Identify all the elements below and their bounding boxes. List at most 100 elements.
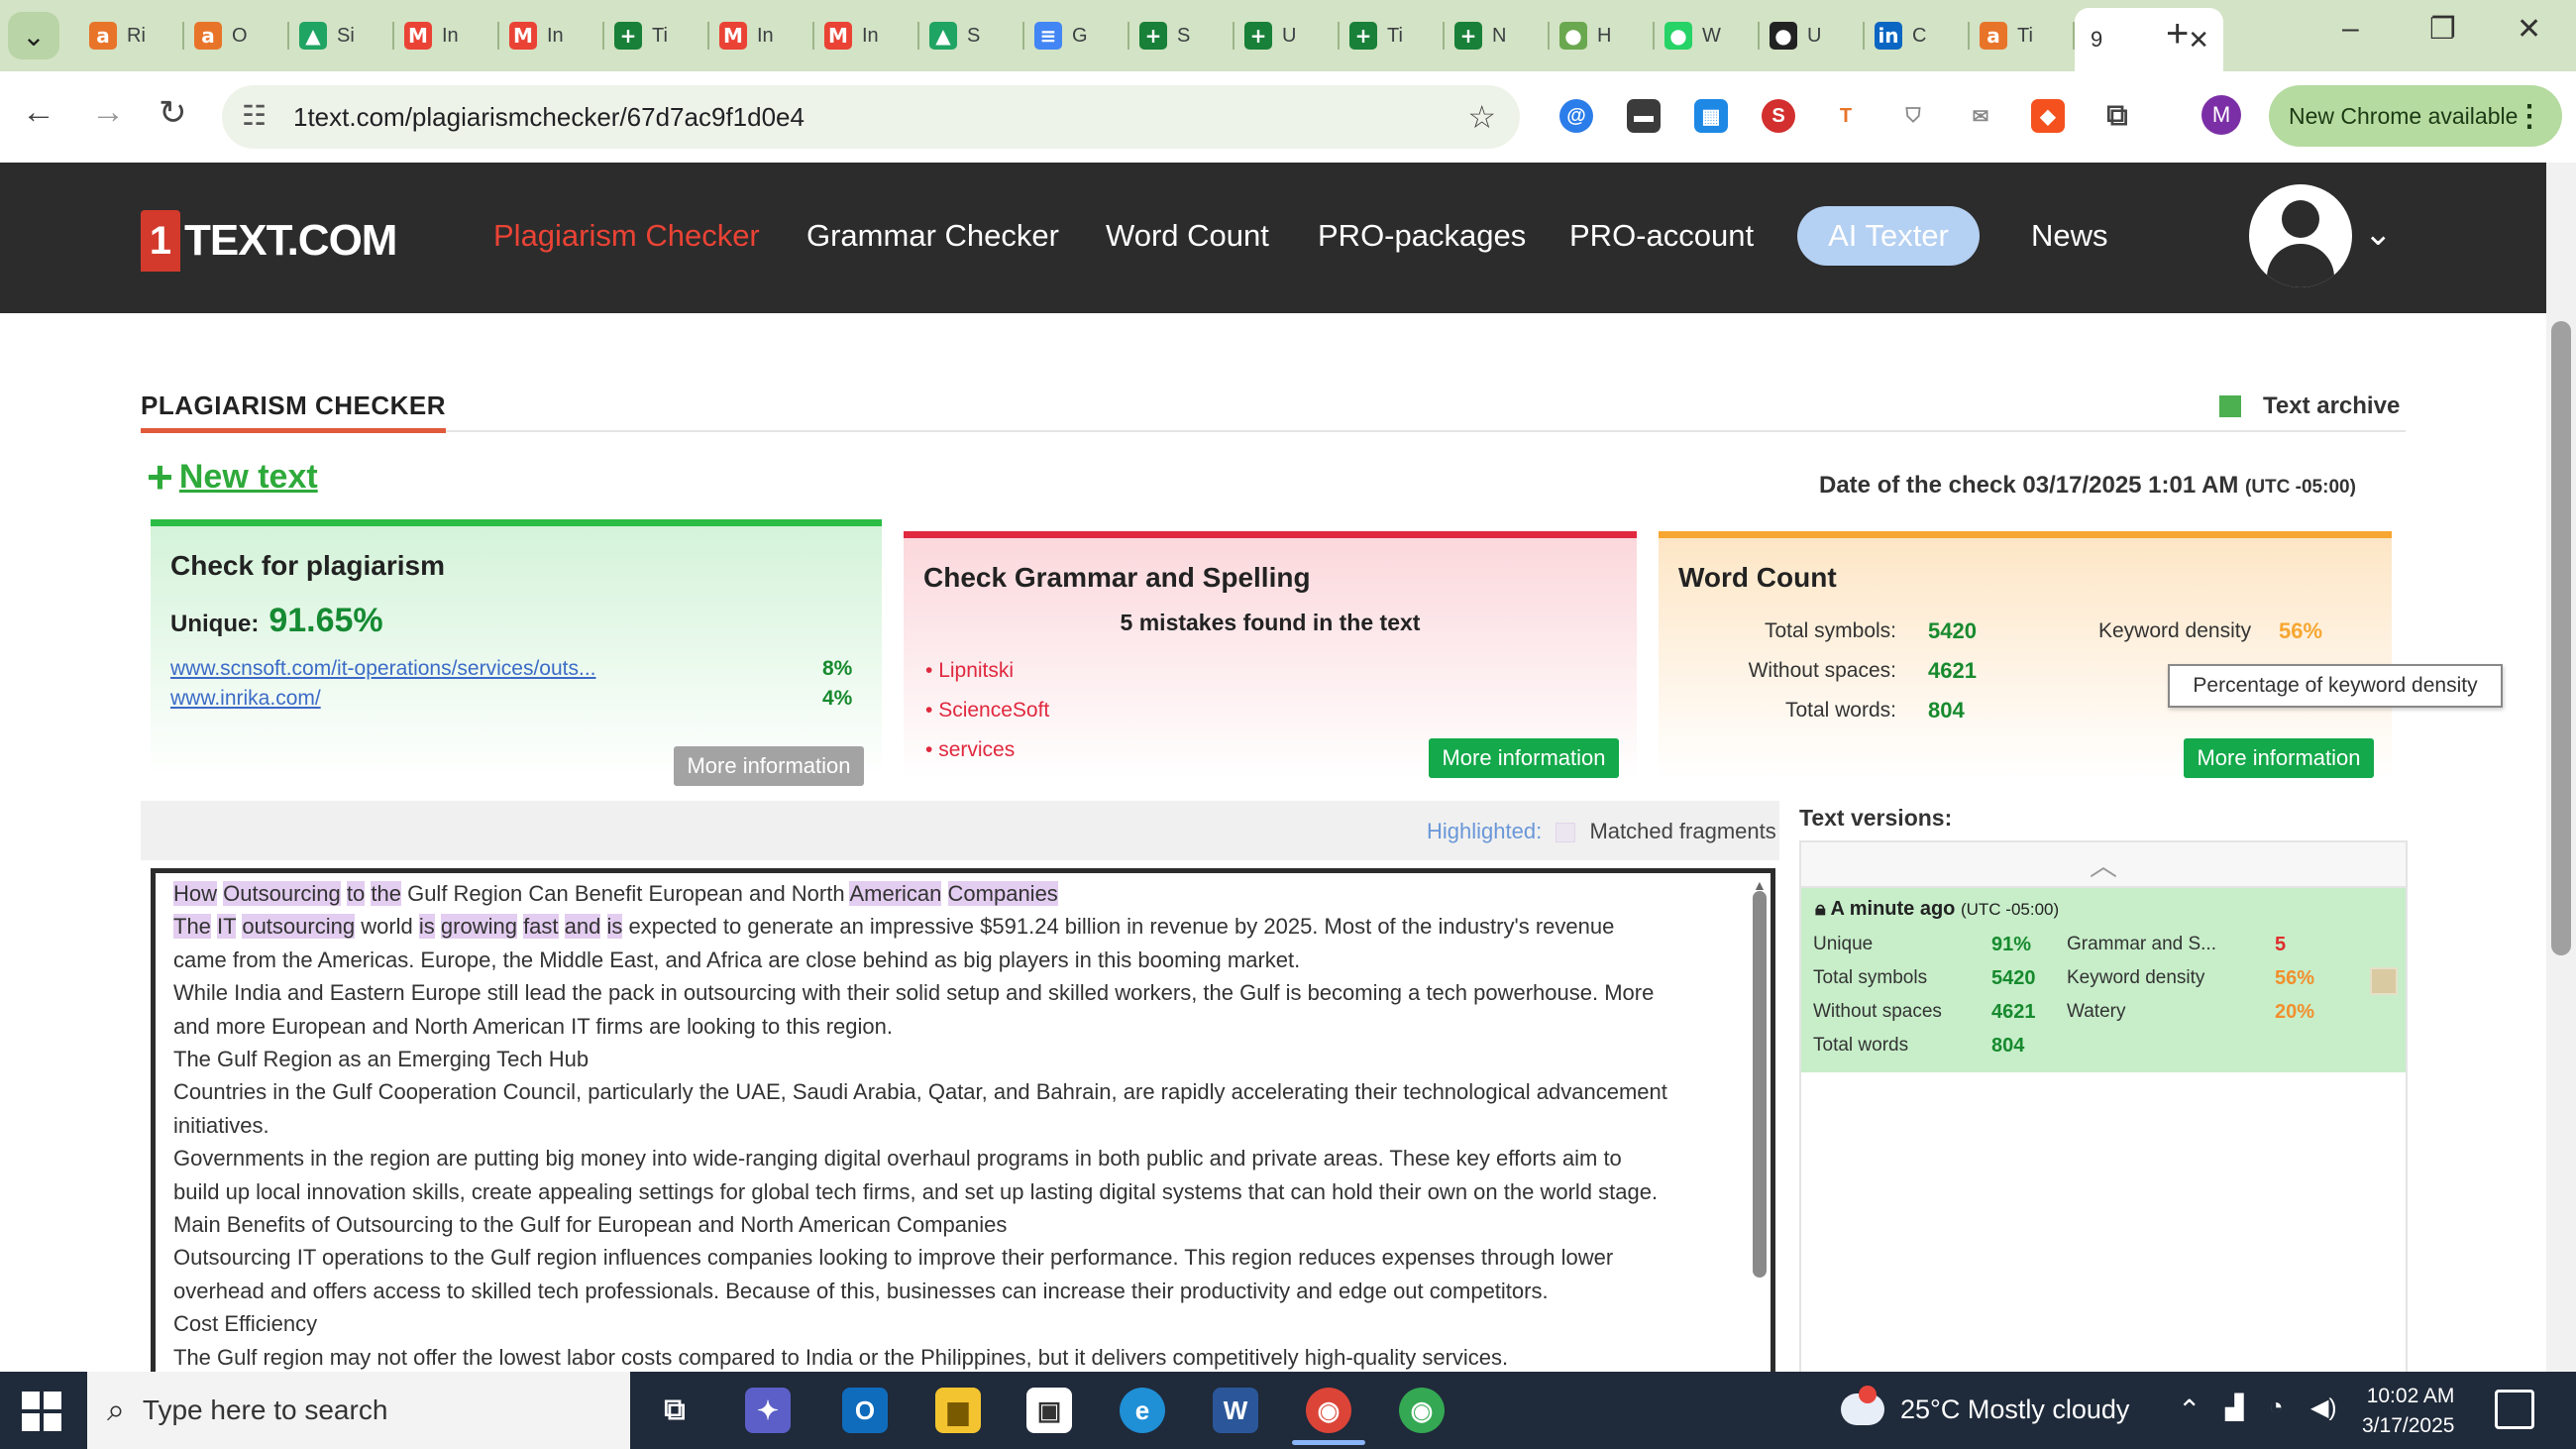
windows-start-icon[interactable] [22, 1392, 61, 1431]
page-scrollbar[interactable] [2546, 163, 2576, 1372]
site-logo[interactable]: 1 TEXT.COM [141, 210, 397, 272]
nav-news[interactable]: News [2031, 218, 2108, 254]
grammar-more-info-button[interactable]: More information [1429, 738, 1619, 778]
versions-scroll-up-icon[interactable]: ︿ [1801, 842, 2406, 888]
extension-s-icon[interactable]: S [1762, 99, 1795, 133]
close-window-icon[interactable]: ✕ [2517, 12, 2541, 47]
browser-tab[interactable]: + N [1445, 8, 1550, 63]
browser-tab[interactable]: M In [499, 8, 604, 63]
nav-pro-account[interactable]: PRO-account [1569, 218, 1754, 254]
extension-shield-icon[interactable]: ⛉ [1896, 99, 1930, 133]
reload-icon[interactable]: ↻ [159, 93, 187, 133]
address-bar[interactable]: ☷ 1text.com/plagiarismchecker/67d7ac9f1d… [222, 85, 1520, 149]
taskbar-search[interactable]: ⌕ Type here to search [87, 1372, 630, 1449]
word-icon[interactable]: W [1213, 1388, 1258, 1433]
tab-search-button[interactable]: ⌄ [8, 12, 59, 59]
browser-tab[interactable]: M In [394, 8, 499, 63]
volume-icon[interactable]: ◀︎) [2310, 1393, 2336, 1422]
notifications-icon[interactable] [2495, 1390, 2534, 1429]
minimize-icon[interactable]: – [2342, 12, 2359, 46]
chrome-icon[interactable]: ◉ [1399, 1388, 1445, 1433]
browser-tab[interactable]: M In [709, 8, 814, 63]
unique-score: Unique: 91.65% [170, 602, 383, 640]
page-scrollbar-thumb[interactable] [2551, 321, 2571, 955]
text-line: initiatives. [173, 1113, 269, 1139]
tab-favicon-icon: M [509, 22, 537, 50]
nav-ai-texter[interactable]: AI Texter [1797, 206, 1980, 266]
nav-plagiarism-checker[interactable]: Plagiarism Checker [493, 218, 760, 254]
taskbar-clock[interactable]: 10:02 AM 3/17/2025 [2362, 1382, 2454, 1441]
browser-tab[interactable]: a Ti [1970, 8, 2075, 63]
user-avatar[interactable] [2249, 184, 2352, 287]
version-unique-label: Unique [1813, 934, 1874, 954]
mistake-item[interactable]: • Lipnitski [925, 659, 1014, 683]
page-title: PLAGIARISM CHECKER [141, 390, 447, 420]
extension-puzzle-color-icon[interactable]: ◆ [2031, 99, 2065, 133]
back-icon[interactable]: ← [22, 93, 55, 132]
update-chrome-button[interactable]: New Chrome available ⋮ [2269, 85, 2562, 147]
browser-tab[interactable]: a Ri [79, 8, 184, 63]
extensions-puzzle-icon[interactable]: ⧉ [2100, 99, 2134, 133]
browser-tab[interactable]: + S [1129, 8, 1234, 63]
unique-label: Unique: [170, 611, 260, 637]
version-entry[interactable]: 🔒︎ A minute ago (UTC -05:00) Unique 91% … [1801, 888, 2406, 1072]
browser-tab[interactable]: + Ti [1340, 8, 1445, 63]
source-link[interactable]: www.scnsoft.com/it-operations/services/o… [170, 657, 596, 681]
browser-tab[interactable]: aO [184, 8, 289, 63]
kebab-menu-icon[interactable]: ⋮ [2515, 99, 2544, 134]
store-icon[interactable]: ▣ [1026, 1388, 1072, 1433]
network-icon[interactable]: ▟ [2225, 1393, 2243, 1422]
version-select-checkbox[interactable] [2370, 967, 2398, 995]
browser-tab[interactable]: M In [814, 8, 919, 63]
mistake-item[interactable]: • services [925, 738, 1015, 762]
extension-at-icon[interactable]: @ [1559, 99, 1593, 133]
browser-tab-active[interactable]: 9 ✕ [2075, 8, 2223, 71]
outlook-icon[interactable]: O [842, 1388, 888, 1433]
nav-word-count[interactable]: Word Count [1106, 218, 1269, 254]
extension-folder-icon[interactable]: ▬ [1627, 99, 1661, 133]
wifi-icon[interactable]: ◔ [2269, 1393, 2284, 1421]
forward-icon[interactable]: → [91, 93, 125, 132]
browser-tab[interactable]: ▲ S [919, 8, 1024, 63]
check-date-text: Date of the check 03/17/2025 1:01 AM [1819, 472, 2239, 499]
nav-pro-packages[interactable]: PRO-packages [1318, 218, 1526, 254]
extension-image-icon[interactable]: ▦ [1694, 99, 1728, 133]
new-tab-button[interactable]: + [2166, 12, 2189, 56]
browser-tab[interactable]: ● U [1760, 8, 1865, 63]
task-view-icon[interactable]: ⧉ [652, 1388, 698, 1433]
close-tab-icon[interactable]: ✕ [2188, 25, 2209, 56]
url-text[interactable]: 1text.com/plagiarismchecker/67d7ac9f1d0e… [293, 102, 805, 133]
edge-icon[interactable]: e [1120, 1388, 1165, 1433]
restore-icon[interactable]: ❐ [2429, 12, 2456, 47]
browser-tab[interactable]: ▲ Si [289, 8, 394, 63]
textarea-scrollbar-thumb[interactable] [1753, 891, 1767, 1278]
tab-favicon-icon: + [1244, 22, 1272, 50]
plagiarism-more-info-button[interactable]: More information [674, 746, 864, 786]
browser-tab[interactable]: ≡ G [1024, 8, 1129, 63]
text-archive-link[interactable]: Text archive [2219, 392, 2400, 420]
total-symbols-value: 5420 [1928, 618, 1977, 643]
checked-text-area[interactable]: ▲ How Outsourcing to the Gulf Region Can… [151, 868, 1775, 1384]
source-link[interactable]: www.inrika.com/ [170, 687, 321, 711]
browser-tab[interactable]: + Ti [604, 8, 709, 63]
weather-widget[interactable]: 25°C Mostly cloudy [1841, 1386, 2129, 1425]
word-count-more-info-button[interactable]: More information [2184, 738, 2374, 778]
site-info-icon[interactable]: ☷ [242, 99, 267, 132]
text-fragment [941, 881, 947, 906]
extension-t-icon[interactable]: T [1829, 99, 1863, 133]
browser-tab[interactable]: ● H [1550, 8, 1655, 63]
browser-tab[interactable]: ● W [1655, 8, 1760, 63]
chrome-profile-icon[interactable]: ◉ [1292, 1388, 1365, 1445]
copilot-icon[interactable]: ✦ [745, 1388, 791, 1433]
browser-tab[interactable]: + U [1234, 8, 1340, 63]
new-text-link[interactable]: + New text [147, 454, 318, 500]
mistake-item[interactable]: • ScienceSoft [925, 699, 1049, 723]
extension-mail-icon[interactable]: ✉ [1964, 99, 1997, 133]
browser-tab[interactable]: in C [1865, 8, 1970, 63]
bookmark-star-icon[interactable]: ☆ [1467, 98, 1496, 136]
user-menu-chevron-icon[interactable]: ⌄ [2364, 214, 2393, 254]
profile-avatar[interactable]: M [2201, 95, 2241, 135]
tray-chevron-icon[interactable]: ⌃ [2178, 1393, 2200, 1426]
file-explorer-icon[interactable]: ▆ [935, 1388, 981, 1433]
nav-grammar-checker[interactable]: Grammar Checker [806, 218, 1059, 254]
